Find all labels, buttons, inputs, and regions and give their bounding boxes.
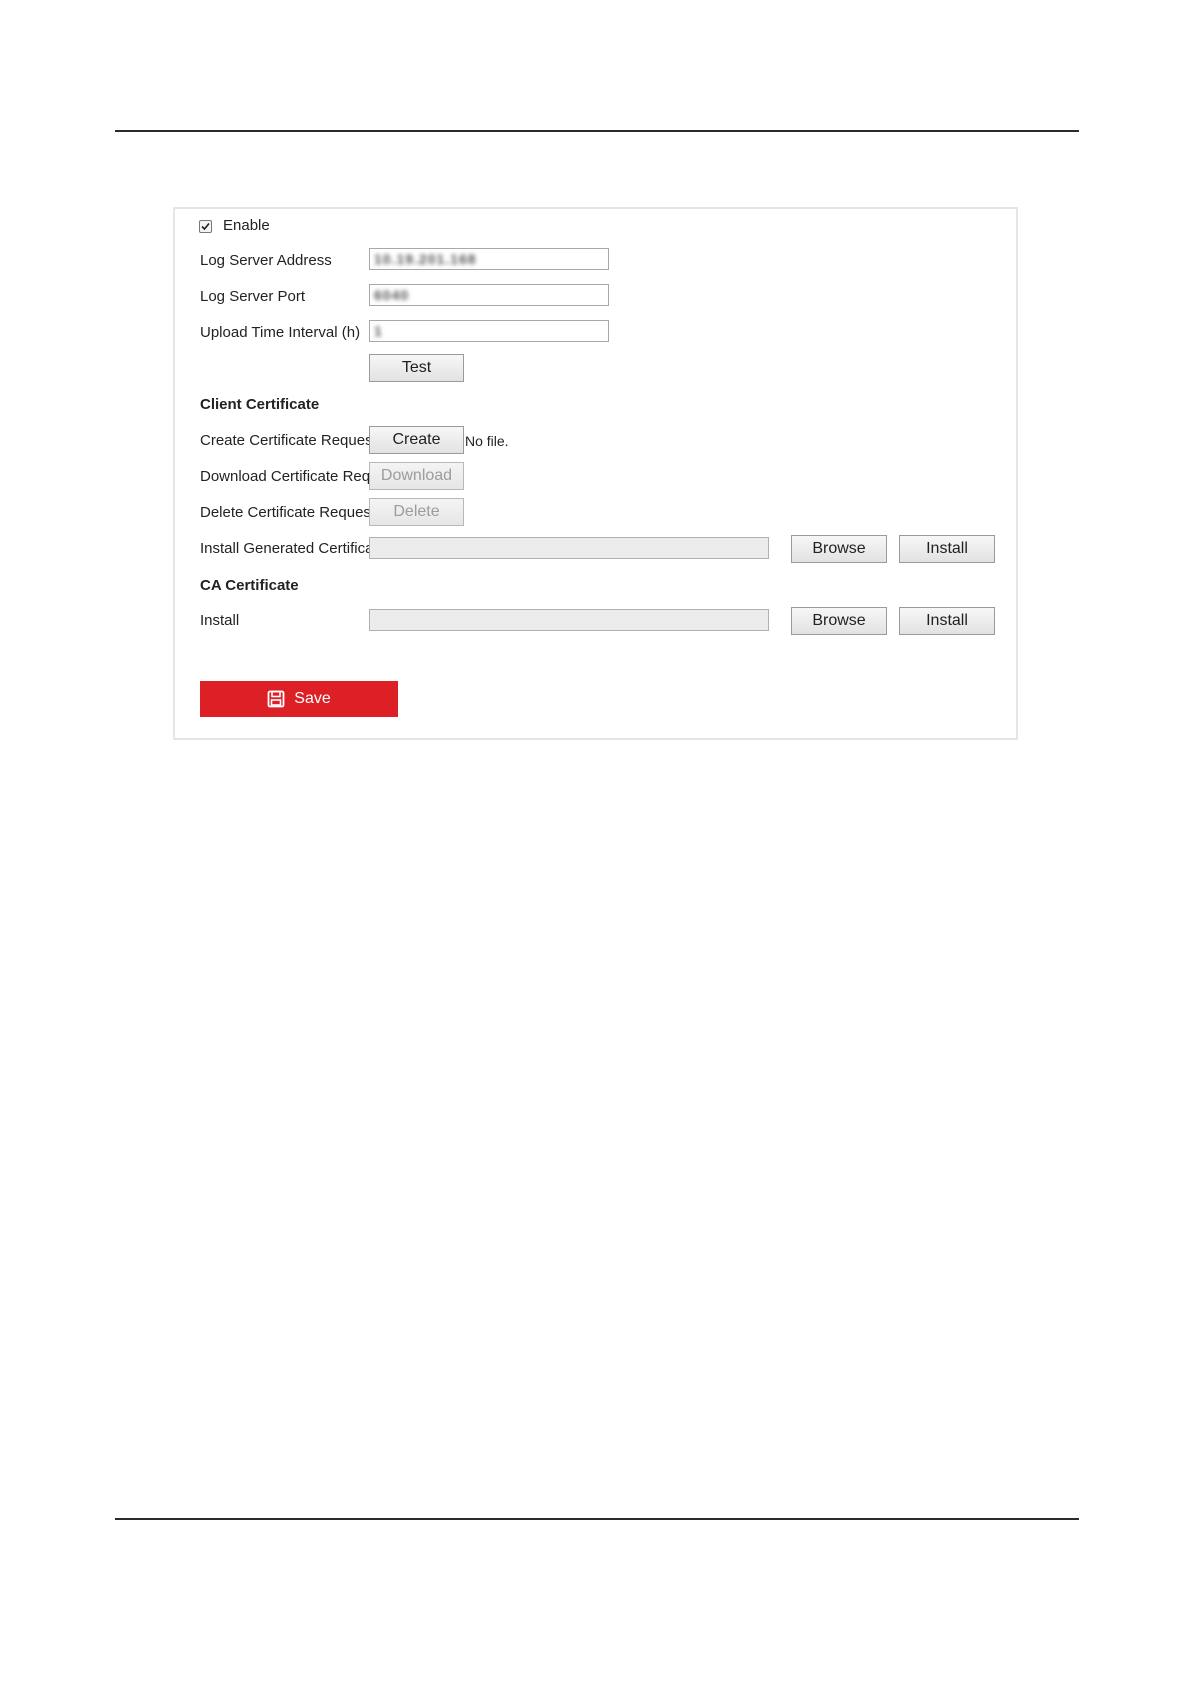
download-certificate-request-label: Download Certificate Req...: [200, 468, 383, 485]
download-button[interactable]: Download: [369, 462, 464, 490]
check-icon: [201, 222, 210, 231]
log-server-address-label: Log Server Address: [200, 252, 332, 269]
log-server-port-input[interactable]: 6040: [369, 284, 609, 306]
log-server-address-value: 10.19.201.168: [374, 251, 477, 267]
test-button[interactable]: Test: [369, 354, 464, 382]
client-install-button[interactable]: Install: [899, 535, 995, 563]
log-server-settings-panel: Enable Log Server Address 10.19.201.168 …: [173, 207, 1018, 740]
enable-label: Enable: [223, 217, 270, 234]
ca-browse-button[interactable]: Browse: [791, 607, 887, 635]
upload-time-interval-input[interactable]: 1: [369, 320, 609, 342]
footer-rule: [115, 1518, 1079, 1520]
ca-install-button[interactable]: Install: [899, 607, 995, 635]
client-browse-button[interactable]: Browse: [791, 535, 887, 563]
create-status-text: No file.: [465, 433, 509, 449]
ca-certificate-file-input[interactable]: [369, 609, 769, 631]
upload-time-interval-label: Upload Time Interval (h): [200, 324, 361, 341]
header-rule: [115, 130, 1079, 132]
save-button[interactable]: Save: [200, 681, 398, 717]
save-button-label: Save: [294, 690, 331, 707]
delete-certificate-request-label: Delete Certificate Request: [200, 504, 376, 521]
client-certificate-heading: Client Certificate: [200, 396, 320, 413]
create-certificate-request-label: Create Certificate Request: [200, 432, 377, 449]
enable-checkbox[interactable]: [199, 220, 212, 233]
save-icon: [267, 690, 285, 708]
log-server-port-value: 6040: [374, 287, 410, 303]
create-button[interactable]: Create: [369, 426, 464, 454]
delete-button[interactable]: Delete: [369, 498, 464, 526]
log-server-address-input[interactable]: 10.19.201.168: [369, 248, 609, 270]
install-generated-certificate-label: Install Generated Certificate: [200, 540, 386, 557]
log-server-port-label: Log Server Port: [200, 288, 306, 305]
generated-certificate-file-input[interactable]: [369, 537, 769, 559]
ca-install-label: Install: [200, 612, 240, 629]
upload-time-interval-value: 1: [374, 323, 383, 339]
ca-certificate-heading: CA Certificate: [200, 577, 299, 594]
